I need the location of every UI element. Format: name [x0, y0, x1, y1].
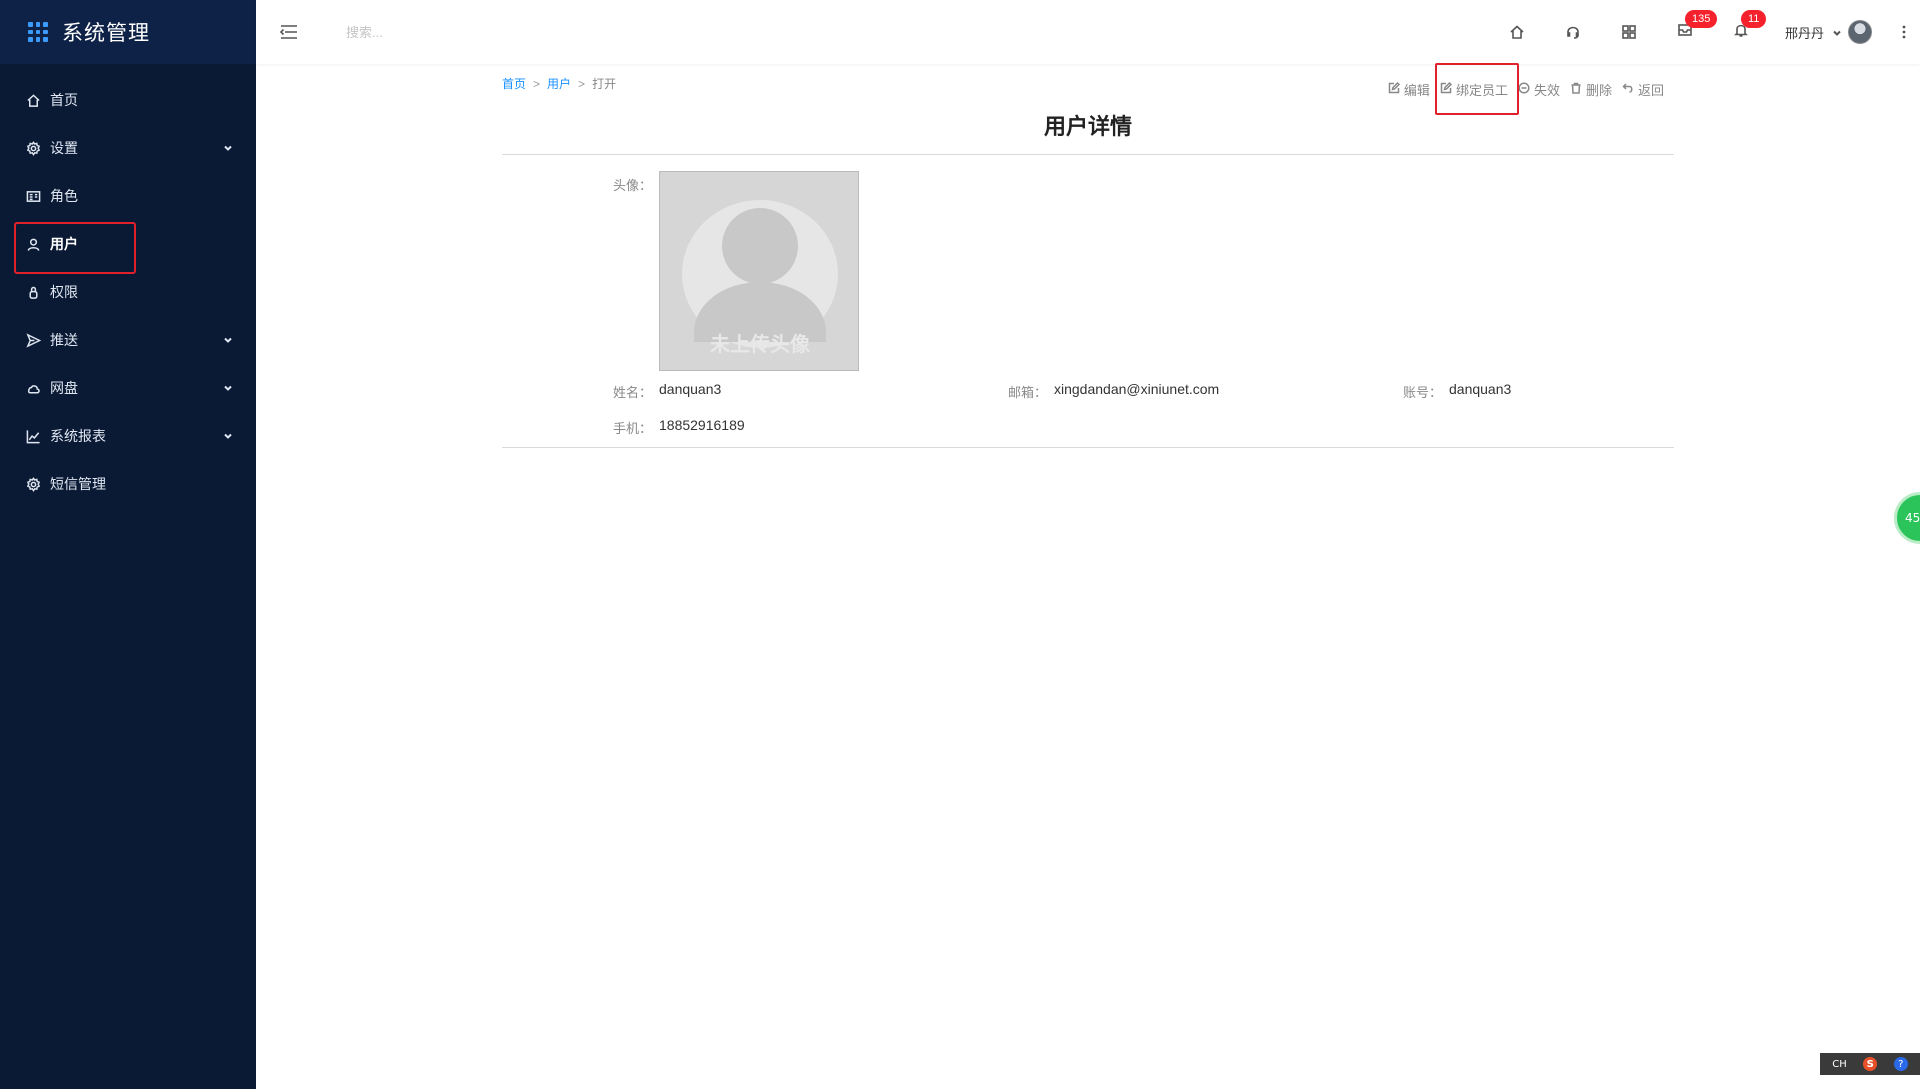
breadcrumb-separator: > [533, 77, 541, 91]
sidebar-item-cloud-drive[interactable]: 网盘 [0, 364, 256, 412]
floating-assistant-button[interactable]: 45 [1894, 492, 1920, 544]
avatar-placeholder-image: 未上传头像 [659, 171, 859, 371]
messages-button[interactable]: 135 [1657, 0, 1718, 64]
breadcrumb-users-link[interactable]: 用户 [547, 77, 571, 91]
phone-value: 18852916189 [659, 417, 745, 433]
app-title: 系统管理 [62, 21, 150, 45]
bind-employee-label: 绑定员工 [1455, 84, 1508, 99]
chevron-down-icon [222, 334, 234, 346]
notifications-button[interactable]: 11 [1713, 0, 1769, 64]
sidebar-item-label: 网盘 [50, 381, 78, 397]
top-header: 135 11 邢丹丹 [256, 0, 1920, 64]
avatar-silhouette-head [722, 208, 798, 284]
account-label: 账号： [1402, 386, 1442, 401]
avatar [1848, 20, 1872, 44]
more-vertical-icon[interactable] [1888, 0, 1920, 64]
sidebar-item-users[interactable]: 用户 [0, 220, 256, 274]
avatar-silhouette-body [694, 282, 826, 342]
email-label: 邮箱： [1007, 386, 1047, 401]
avatar-placeholder-caption: 未上传头像 [710, 332, 810, 356]
back-label: 返回 [1637, 84, 1664, 99]
action-toolbar: 编辑 绑定员工 失效 删除 返回 [1378, 63, 1664, 115]
avatar-label: 头像： [612, 179, 652, 194]
phone-label: 手机： [612, 422, 652, 437]
sidebar-item-push[interactable]: 推送 [0, 316, 256, 364]
apps-grid-icon [28, 22, 48, 42]
edit-button[interactable]: 编辑 [1388, 80, 1430, 99]
brand[interactable]: 系统管理 [0, 0, 256, 64]
notification-count-badge: 11 [1740, 10, 1767, 28]
email-value: xingdandan@xiniunet.com [1054, 381, 1220, 397]
sidebar-item-roles[interactable]: 角色 [0, 172, 256, 220]
lock-icon [24, 283, 42, 301]
delete-label: 删除 [1585, 84, 1612, 99]
chevron-down-icon [222, 142, 234, 154]
sidebar-item-label: 短信管理 [50, 477, 106, 493]
back-button[interactable]: 返回 [1622, 80, 1664, 99]
ime-language[interactable]: CH [1832, 1059, 1847, 1070]
home-icon [24, 91, 42, 109]
search-input[interactable] [346, 24, 566, 40]
menu-toggle-icon[interactable] [278, 21, 300, 43]
sidebar: 系统管理 首页 设置 角色 用户 权限 推送 网盘 系统报表 短信管理 [0, 0, 256, 1089]
gear-icon [24, 139, 42, 157]
sidebar-item-label: 设置 [50, 141, 78, 157]
sidebar-item-label: 角色 [50, 189, 78, 205]
divider [502, 154, 1674, 155]
sidebar-item-sms[interactable]: 短信管理 [0, 460, 256, 508]
divider [502, 447, 1674, 448]
sidebar-menu: 首页 设置 角色 用户 权限 推送 网盘 系统报表 短信管理 [0, 76, 256, 508]
user-name: 邢丹丹 [1784, 26, 1824, 42]
disable-label: 失效 [1533, 84, 1560, 99]
disable-button[interactable]: 失效 [1518, 80, 1560, 99]
apps-icon[interactable] [1601, 0, 1657, 64]
sidebar-item-home[interactable]: 首页 [0, 76, 256, 124]
ime-toolbar[interactable]: CH S ? [1820, 1053, 1920, 1075]
name-label: 姓名： [612, 386, 652, 401]
sidebar-item-label: 用户 [50, 237, 78, 253]
breadcrumb-current: 打开 [592, 77, 617, 91]
breadcrumb: 首页 > 用户 > 打开 [502, 75, 616, 92]
sidebar-item-settings[interactable]: 设置 [0, 124, 256, 172]
user-icon [24, 235, 42, 253]
page-title: 用户详情 [1043, 115, 1132, 140]
edit-icon [1388, 81, 1404, 98]
edit-icon [1440, 81, 1456, 98]
gear-icon [24, 475, 42, 493]
trash-icon [1570, 82, 1586, 98]
chevron-down-icon [1824, 23, 1848, 42]
sidebar-item-reports[interactable]: 系统报表 [0, 412, 256, 460]
name-value: danquan3 [659, 381, 722, 397]
headset-icon[interactable] [1545, 0, 1601, 64]
breadcrumb-home-link[interactable]: 首页 [502, 77, 526, 91]
home-icon[interactable] [1489, 0, 1545, 64]
sidebar-item-permissions[interactable]: 权限 [0, 268, 256, 316]
sidebar-item-label: 推送 [50, 333, 78, 349]
id-card-icon [24, 187, 42, 205]
chevron-down-icon [222, 382, 234, 394]
help-icon[interactable]: ? [1893, 1057, 1908, 1071]
chevron-down-icon [222, 430, 234, 442]
delete-button[interactable]: 删除 [1570, 80, 1612, 99]
send-icon [24, 331, 42, 349]
sidebar-item-label: 首页 [50, 93, 78, 109]
undo-icon [1622, 82, 1638, 98]
sidebar-item-label: 系统报表 [50, 429, 106, 445]
minus-circle-icon [1518, 81, 1534, 98]
user-menu[interactable]: 邢丹丹 [1785, 20, 1872, 44]
header-toolbar: 135 11 邢丹丹 [1489, 0, 1920, 64]
account-value: danquan3 [1449, 381, 1512, 397]
ime-logo-icon[interactable]: S [1863, 1057, 1878, 1071]
cloud-icon [24, 379, 42, 397]
bind-employee-button[interactable]: 绑定员工 [1434, 63, 1519, 115]
line-chart-icon [24, 427, 42, 445]
edit-label: 编辑 [1403, 84, 1430, 99]
breadcrumb-separator: > [578, 77, 586, 91]
sidebar-item-label: 权限 [50, 285, 78, 301]
